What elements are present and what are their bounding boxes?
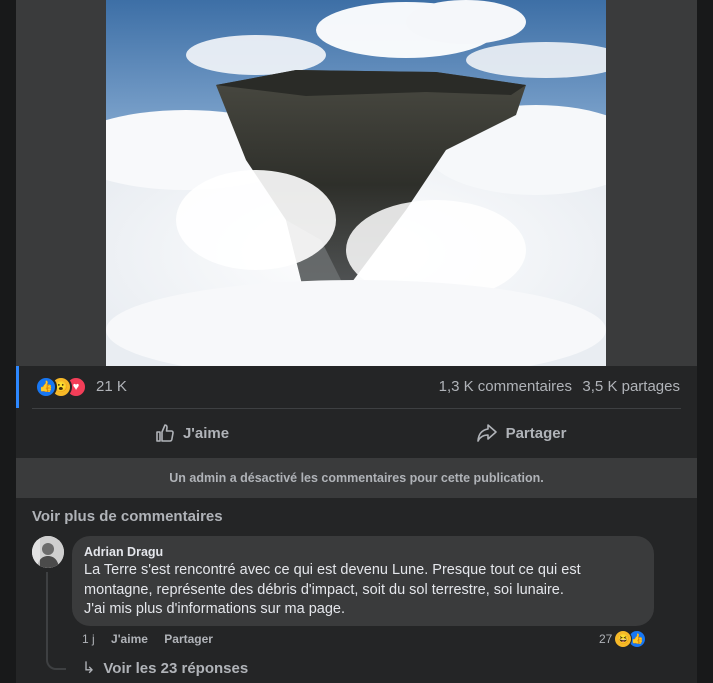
reaction-icons[interactable]: 👍 😮 ♥ [35, 376, 95, 398]
comment-line: La Terre s'est rencontré avec ce qui est… [84, 562, 581, 578]
like-button-label: J'aime [182, 424, 230, 442]
comment-bubble: Adrian Dragu La Terre s'est rencontré av… [72, 536, 654, 626]
reactions-bar: 👍 😮 ♥ 21 K 1,3 K commentaires 3,5 K part… [16, 366, 697, 408]
post-card: 👍 😮 ♥ 21 K 1,3 K commentaires 3,5 K part… [16, 0, 697, 683]
comment-reaction-count: 27 [599, 632, 613, 646]
post-photo[interactable] [106, 0, 606, 366]
comment-like-button[interactable]: J'aime [111, 632, 148, 646]
comment-meta: 1 j J'aime Partager [82, 632, 226, 646]
thumbs-up-icon [156, 424, 174, 442]
post-photo-frame [16, 0, 697, 366]
share-button[interactable]: Partager [361, 414, 681, 452]
page-gutter-right [697, 0, 713, 683]
thread-line [46, 572, 66, 670]
reaction-count[interactable]: 21 K [96, 378, 127, 395]
divider [32, 408, 681, 409]
reply-arrow-icon: ↳ [82, 660, 96, 677]
like-icon: 👍 [35, 376, 57, 398]
comments-disabled-notice: Un admin a désactivé les commentaires po… [16, 458, 697, 498]
comment-author[interactable]: Adrian Dragu [84, 545, 642, 559]
share-arrow-icon [476, 424, 497, 442]
avatar[interactable] [32, 536, 64, 568]
view-replies-link[interactable]: ↳ Voir les 23 réponses [82, 658, 248, 678]
comment-line: montagne, représente des débris d'impact… [84, 581, 564, 598]
page-gutter-left [0, 0, 16, 683]
comment-text: La Terre s'est rencontré avec ce qui est… [84, 561, 642, 620]
comment-line: J'ai mis plus d'informations sur ma page… [84, 601, 346, 617]
comment-share-button[interactable]: Partager [164, 632, 213, 646]
view-more-comments-link[interactable]: Voir plus de commentaires [32, 508, 223, 525]
comment-reactions[interactable]: 27 😆 👍 [599, 629, 647, 649]
comment-timestamp[interactable]: 1 j [82, 632, 95, 646]
post-actions: J'aime Partager [16, 408, 697, 458]
view-replies-label: Voir les 23 réponses [103, 659, 249, 677]
share-button-label: Partager [505, 424, 567, 442]
comments-count[interactable]: 1,3 K commentaires [439, 378, 572, 395]
like-button[interactable]: J'aime [32, 414, 352, 452]
shares-count[interactable]: 3,5 K partages [582, 378, 680, 395]
